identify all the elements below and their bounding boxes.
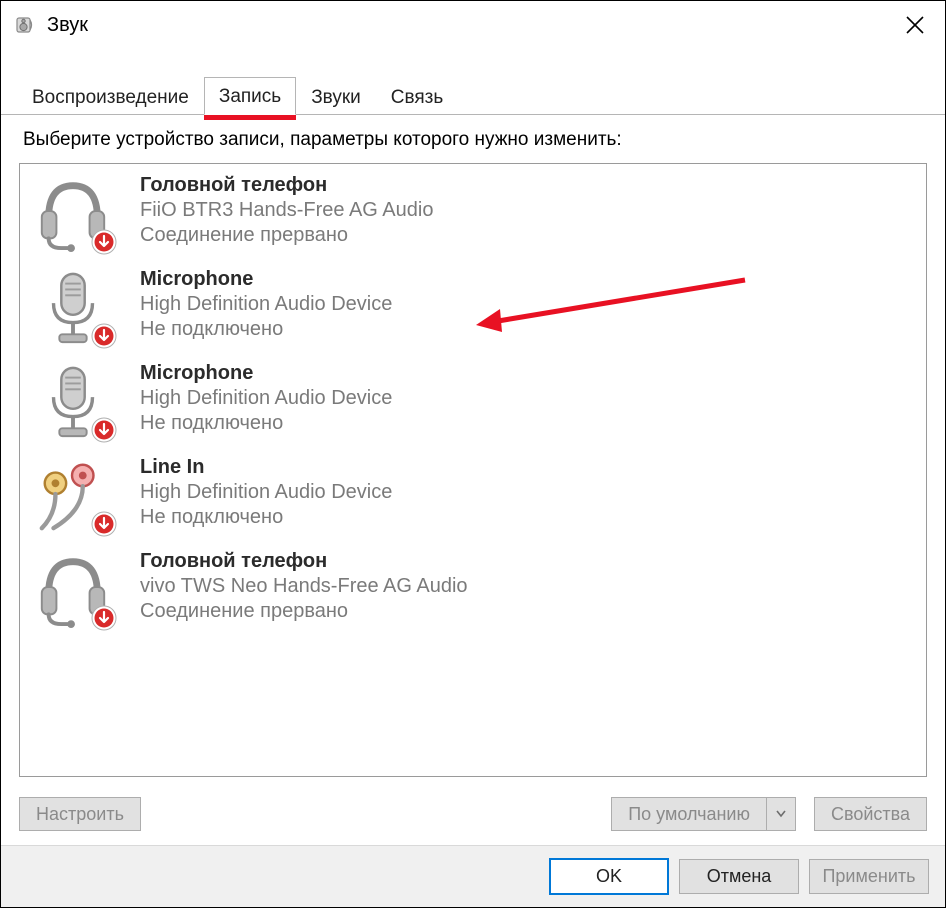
device-name: Line In — [140, 456, 392, 479]
device-name: Microphone — [140, 268, 392, 291]
set-default-split[interactable]: По умолчанию — [611, 797, 796, 831]
tab-playback[interactable]: Воспроизведение — [17, 78, 204, 115]
apply-button[interactable]: Применить — [809, 859, 929, 894]
device-row[interactable]: Line In High Definition Audio Device Не … — [20, 450, 926, 544]
sound-dialog: Звук Воспроизведение Запись Звуки Связь … — [0, 0, 946, 908]
disconnected-icon — [90, 228, 118, 256]
ok-button[interactable]: OK — [549, 858, 669, 895]
close-button[interactable] — [891, 1, 939, 49]
device-row[interactable]: Microphone High Definition Audio Device … — [20, 356, 926, 450]
disconnected-icon — [90, 604, 118, 632]
close-icon — [906, 16, 924, 34]
dialog-footer: OK Отмена Применить — [1, 845, 945, 907]
device-sub: High Definition Audio Device — [140, 293, 392, 316]
set-default-dropdown[interactable] — [766, 797, 796, 831]
disconnected-icon — [90, 416, 118, 444]
cancel-button[interactable]: Отмена — [679, 859, 799, 894]
microphone-icon — [34, 362, 112, 440]
instruction-text: Выберите устройство записи, параметры ко… — [23, 129, 927, 151]
titlebar: Звук — [1, 1, 945, 49]
device-sub: High Definition Audio Device — [140, 481, 392, 504]
set-default-button[interactable]: По умолчанию — [611, 797, 766, 831]
device-action-row: Настроить По умолчанию Свойства — [19, 783, 927, 845]
device-status: Соединение прервано — [140, 224, 433, 247]
device-row[interactable]: Microphone High Definition Audio Device … — [20, 262, 926, 356]
tabstrip: Воспроизведение Запись Звуки Связь — [1, 71, 945, 115]
tab-communications[interactable]: Связь — [376, 78, 459, 115]
tab-recording[interactable]: Запись — [204, 77, 296, 115]
disconnected-icon — [90, 322, 118, 350]
disconnected-icon — [90, 510, 118, 538]
headset-icon — [34, 174, 112, 252]
window-title: Звук — [47, 14, 891, 37]
properties-button[interactable]: Свойства — [814, 797, 927, 831]
chevron-down-icon — [776, 809, 786, 819]
device-row[interactable]: Головной телефон vivo TWS Neo Hands-Free… — [20, 544, 926, 638]
device-sub: vivo TWS Neo Hands-Free AG Audio — [140, 575, 468, 598]
microphone-icon — [34, 268, 112, 346]
line-in-icon — [34, 456, 112, 534]
device-list[interactable]: Головной телефон FiiO BTR3 Hands-Free AG… — [19, 163, 927, 777]
headset-icon — [34, 550, 112, 628]
device-row[interactable]: Головной телефон FiiO BTR3 Hands-Free AG… — [20, 168, 926, 262]
device-status: Не подключено — [140, 318, 392, 341]
device-name: Головной телефон — [140, 174, 433, 197]
tab-body: Выберите устройство записи, параметры ко… — [1, 115, 945, 845]
configure-button[interactable]: Настроить — [19, 797, 141, 831]
tab-sounds[interactable]: Звуки — [296, 78, 376, 115]
sound-icon — [13, 13, 37, 37]
device-name: Microphone — [140, 362, 392, 385]
device-status: Не подключено — [140, 506, 392, 529]
device-status: Соединение прервано — [140, 600, 468, 623]
device-status: Не подключено — [140, 412, 392, 435]
device-name: Головной телефон — [140, 550, 468, 573]
device-sub: High Definition Audio Device — [140, 387, 392, 410]
device-sub: FiiO BTR3 Hands-Free AG Audio — [140, 199, 433, 222]
